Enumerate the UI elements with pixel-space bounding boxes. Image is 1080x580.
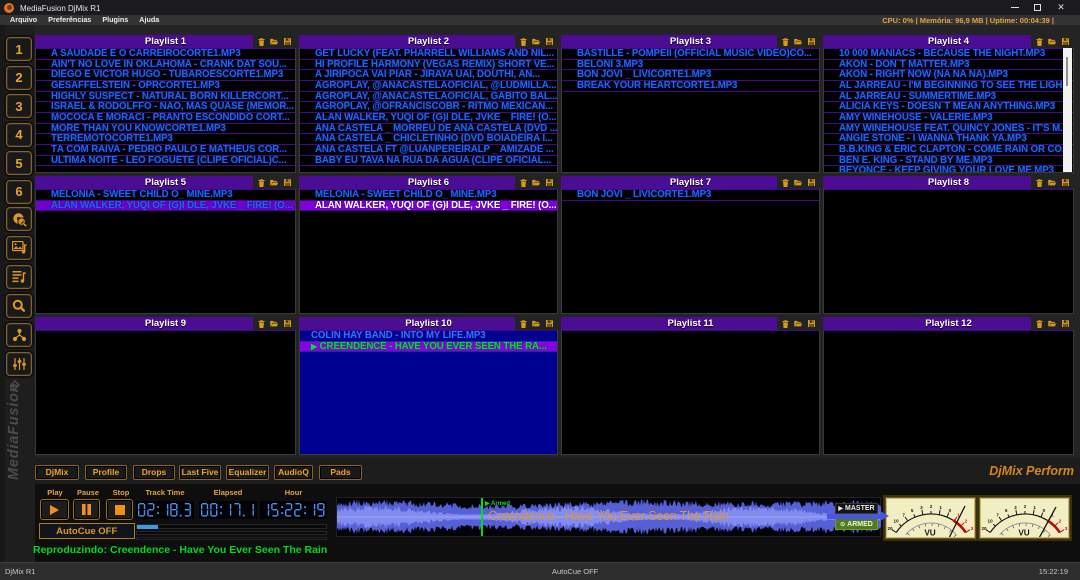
svg-text:3: 3: [971, 526, 974, 531]
svg-text:20: 20: [887, 526, 893, 531]
svg-text:1: 1: [939, 505, 942, 510]
svg-text:7: 7: [902, 512, 905, 517]
svg-text:5: 5: [911, 508, 914, 513]
svg-text:20: 20: [981, 526, 987, 531]
svg-text:1: 1: [1033, 505, 1036, 510]
svg-text:VU: VU: [924, 529, 935, 538]
svg-text:2: 2: [965, 519, 968, 524]
svg-text:3: 3: [1014, 505, 1017, 510]
svg-text:3: 3: [920, 505, 923, 510]
svg-text:7: 7: [996, 512, 999, 517]
svg-text:0: 0: [1043, 508, 1046, 513]
svg-text:10: 10: [894, 519, 900, 524]
svg-text:0: 0: [949, 508, 952, 513]
svg-text:2: 2: [1059, 519, 1062, 524]
svg-text:5: 5: [1005, 508, 1008, 513]
svg-text:2: 2: [930, 504, 933, 509]
svg-text:3: 3: [1065, 526, 1068, 531]
svg-text:10: 10: [988, 519, 994, 524]
svg-text:2: 2: [1024, 504, 1027, 509]
svg-text:VU: VU: [1018, 529, 1029, 538]
